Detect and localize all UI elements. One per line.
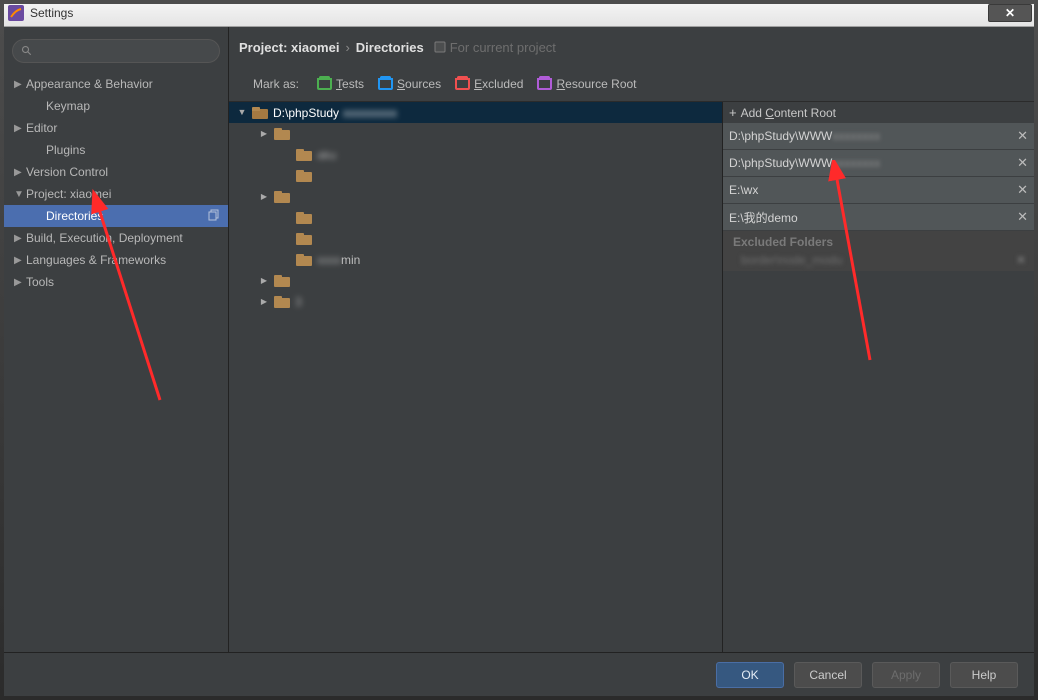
folder-icon (296, 212, 312, 224)
folder-icon (274, 275, 290, 287)
directory-row[interactable]: xxxxmin (229, 249, 722, 270)
search-icon (21, 45, 33, 57)
content-root-entry[interactable]: D:\phpStudy\WWWxxxxxxxx✕ (723, 150, 1034, 177)
content-root-entry[interactable]: E:\wx✕ (723, 177, 1034, 204)
remove-root-icon[interactable]: ✕ (1017, 155, 1028, 171)
sidebar-item-keymap[interactable]: Keymap (4, 95, 228, 117)
folder-icon (296, 233, 312, 245)
folder-icon (252, 107, 268, 119)
folder-icon (296, 254, 312, 266)
folder-icon (296, 170, 312, 182)
mark-as-label: Mark as: (253, 77, 299, 91)
excluded-folder-item[interactable]: border\node_modu✕ (723, 249, 1034, 271)
settings-sidebar: ▶Appearance & BehaviorKeymap▶EditorPlugi… (4, 27, 229, 652)
remove-excluded-icon[interactable]: ✕ (1016, 253, 1026, 267)
sidebar-item-plugins[interactable]: Plugins (4, 139, 228, 161)
directory-tree[interactable]: D:\phpStudyxxxxxxxxx aku xxxxmin 3 (229, 102, 722, 652)
current-project-icon (434, 41, 446, 53)
content-root-entry[interactable]: E:\我的demo✕ (723, 204, 1034, 231)
mark-as-bar: Mark as: Tests Sources Excluded Resource Ro… (229, 67, 1034, 101)
excluded-folders-label: Excluded Folders (723, 231, 1034, 249)
window-close-button[interactable]: ✕ (988, 4, 1032, 22)
folder-icon (274, 296, 290, 308)
titlebar: Settings ✕ (0, 0, 1038, 27)
directory-row[interactable] (229, 228, 722, 249)
directory-row[interactable] (229, 186, 722, 207)
directory-row[interactable] (229, 165, 722, 186)
directory-row[interactable] (229, 123, 722, 144)
copy-icon[interactable] (208, 209, 220, 224)
mark-excluded[interactable]: Excluded (455, 77, 523, 91)
directory-row[interactable] (229, 270, 722, 291)
dialog-button-bar: OK Cancel Apply Help (4, 652, 1034, 696)
breadcrumb: Project: xiaomei › Directories For curre… (229, 27, 1034, 67)
mark-resource-root[interactable]: Resource Root (537, 77, 636, 91)
remove-root-icon[interactable]: ✕ (1017, 182, 1028, 198)
add-content-root-button[interactable]: + Add Content Root (723, 102, 1034, 123)
cancel-button[interactable]: Cancel (794, 662, 862, 688)
folder-icon (274, 128, 290, 140)
sidebar-item-directories[interactable]: Directories (4, 205, 228, 227)
folder-icon (296, 149, 312, 161)
ok-button[interactable]: OK (716, 662, 784, 688)
directory-row[interactable]: aku (229, 144, 722, 165)
phpstorm-icon (8, 5, 24, 21)
sidebar-item-build-execution-deployment[interactable]: ▶Build, Execution, Deployment (4, 227, 228, 249)
sidebar-item-languages-frameworks[interactable]: ▶Languages & Frameworks (4, 249, 228, 271)
directory-row[interactable] (229, 207, 722, 228)
sidebar-item-editor[interactable]: ▶Editor (4, 117, 228, 139)
window-title: Settings (30, 6, 73, 20)
folder-icon (274, 191, 290, 203)
apply-button[interactable]: Apply (872, 662, 940, 688)
sidebar-item-appearance-behavior[interactable]: ▶Appearance & Behavior (4, 73, 228, 95)
remove-root-icon[interactable]: ✕ (1017, 209, 1028, 225)
sidebar-item-tools[interactable]: ▶Tools (4, 271, 228, 293)
sidebar-item-version-control[interactable]: ▶Version Control (4, 161, 228, 183)
directory-row[interactable]: D:\phpStudyxxxxxxxxx (229, 102, 722, 123)
help-button[interactable]: Help (950, 662, 1018, 688)
remove-root-icon[interactable]: ✕ (1017, 128, 1028, 144)
mark-tests[interactable]: Tests (317, 77, 364, 91)
content-root-entry[interactable]: D:\phpStudy\WWWxxxxxxxx✕ (723, 123, 1034, 150)
content-roots-panel: + Add Content Root D:\phpStudy\WWWxxxxxx… (722, 102, 1034, 652)
sidebar-item-project-xiaomei[interactable]: ▼Project: xiaomei (4, 183, 228, 205)
mark-sources[interactable]: Sources (378, 77, 441, 91)
directory-row[interactable]: 3 (229, 291, 722, 312)
search-input[interactable] (12, 39, 220, 63)
plus-icon: + (729, 105, 737, 120)
